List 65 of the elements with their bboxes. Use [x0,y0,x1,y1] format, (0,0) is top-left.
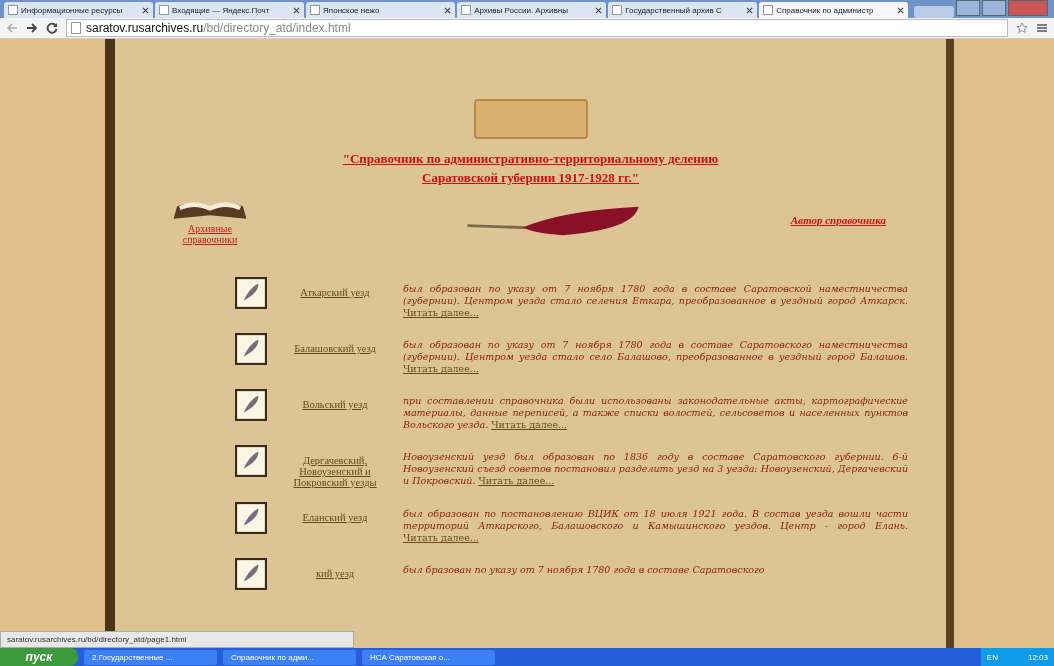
browser-tab[interactable]: Японское нежо [306,2,456,18]
tab-title: Информационные ресурсы [21,5,124,15]
quill-document-icon[interactable] [235,389,267,421]
close-icon[interactable] [897,6,905,14]
close-icon[interactable] [746,6,754,14]
district-link[interactable]: Еланский уезд [275,512,395,523]
browser-tab[interactable]: Архивы России. Архивны [457,2,607,18]
page-icon [159,5,170,15]
page-icon [8,5,18,15]
quill-document-icon[interactable] [235,445,267,477]
read-more-link[interactable]: Читать далее... [491,419,568,430]
read-more-link[interactable]: Читать далее... [403,532,479,543]
author-link[interactable]: Автор справочника [790,214,886,226]
status-url: saratov.rusarchives.ru/bd/directory_atd/page1.html [0,631,354,648]
tab-title: Справочник по администр [776,5,875,15]
district-description: был бразован по указу от 7 ноября 1780 года в составе Саратовского [403,564,766,576]
reload-icon[interactable] [46,22,58,34]
district-link[interactable]: Вольский уезд [275,399,395,410]
district-link[interactable]: Балашовский уезд [275,343,395,354]
district-description: при составлении справочника были использованы законодательные акты, картографические материалы, данные переписей, а также списки волостей, сельсоветов и населенных пунктов Вольского уезда. Читать далее... [403,395,908,431]
close-icon[interactable] [595,6,603,14]
quill-document-icon[interactable] [235,558,267,590]
browser-tab[interactable]: Информационные ресурсы [4,2,154,18]
browser-tab[interactable]: Входящие — Яндекс.Почт [155,2,305,18]
district-description: был образован по указу от 7 ноября 1780 года в составе Саратовской наместничества (губернии). Центром уезда стало селения Еткара, преобразованное в уездный город Аткарск. Читать далее... [403,283,908,319]
browser-tab[interactable]: Государственный архив С [608,2,758,18]
tab-title: Входящие — Яндекс.Почт [172,5,271,15]
language-indicator[interactable]: EN [986,652,998,662]
page-icon [71,22,81,34]
district-link[interactable]: Аткарский уезд [275,287,395,298]
clock: 12:03 [1027,652,1048,662]
maximize-button[interactable] [982,0,1006,16]
taskbar-item[interactable]: Справочник по адми... [223,649,356,665]
star-icon[interactable] [1016,22,1028,34]
close-icon[interactable] [142,6,150,14]
district-description: был образован по постановлению ВЦИК от 18 июля 1921 года. В состав уезда вошли части территорий Аткарского, Балашовского и Камышинского уездов. Центр - город Елань. Читать далее... [403,508,908,544]
start-button[interactable]: пуск [0,648,78,666]
read-more-link[interactable]: Читать далее... [478,475,555,486]
address-bar[interactable]: saratov.rusarchives.ru/bd/directory_atd/index.html [66,19,1008,37]
quill-document-icon[interactable] [235,333,267,365]
minimize-button[interactable] [956,0,980,16]
read-more-link[interactable]: Читать далее... [403,363,479,374]
close-icon[interactable] [293,6,301,14]
forward-icon[interactable] [26,22,38,34]
page-icon [763,5,774,15]
quill-document-icon[interactable] [235,502,267,534]
tab-title: Японское нежо [323,5,381,15]
district-link[interactable]: Дергачевский, Новоузенский и Покровский уезды [275,455,395,488]
district-link[interactable]: кий уезд [275,568,395,579]
district-description: Новоузенский уезд был образован по 1836 году в составе Саратовского губернии. 6-й Новоузенский съезд советов постановил разделить уезд на 3 уезда: Новоузенский, Дергачевский и Покровский. Читать далее... [403,451,908,487]
district-description: был образован по указу от 7 ноября 1780 года в составе Саратовского наместничества (губернии). Центром уезда стало село Балашово, преобразованное в уездный город Балашов. Читать далее... [403,339,908,375]
taskbar-item[interactable]: НСА Саратовская о... [362,649,495,665]
page-icon [310,5,321,15]
browser-tab[interactable]: Справочник по администр [759,2,909,18]
archive-link[interactable]: Архивные справочники [165,223,255,245]
tab-title: Государственный архив С [625,5,723,15]
close-icon[interactable] [444,6,452,14]
page-icon [461,5,472,15]
menu-icon[interactable] [1036,22,1048,34]
tab-title: Архивы России. Архивны [474,5,569,15]
taskbar-item[interactable]: 2.Государственные ... [84,649,217,665]
read-more-link[interactable]: Читать далее... [403,307,479,318]
title-link[interactable]: "Справочник по административно-территориальному делению Саратовской губернии 1917-1928 гг." [342,149,719,187]
quill-document-icon[interactable] [235,277,267,309]
page-icon [612,5,623,15]
